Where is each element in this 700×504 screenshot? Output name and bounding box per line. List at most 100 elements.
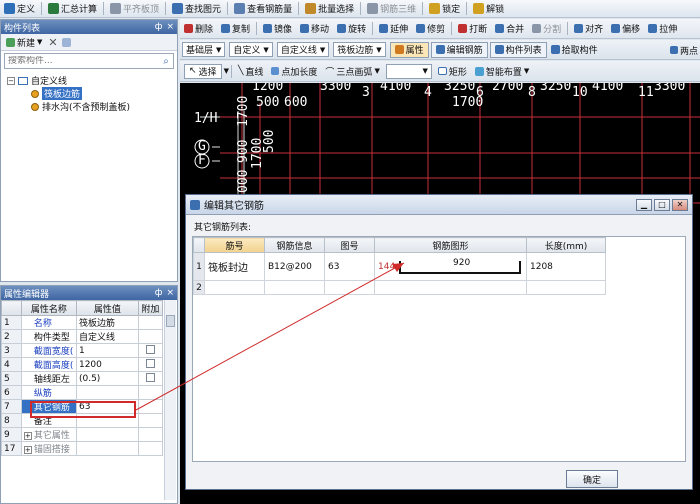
edit-tool-8[interactable]: 合并 <box>491 21 528 37</box>
close-icon[interactable]: × <box>166 288 174 298</box>
bar-no-cell[interactable]: 筏板封边 <box>204 252 265 281</box>
shape-no-cell[interactable]: 63 <box>324 252 375 281</box>
arc-icon: ⌒ <box>325 67 335 78</box>
table-row[interactable]: 1 筏板封边 B12@200 63 144 920 1208 <box>193 252 606 281</box>
axis-num-8: 8 <box>528 85 536 100</box>
highlight-box <box>30 401 136 418</box>
property-value[interactable]: (0.5) <box>75 371 139 386</box>
edit-tool-10[interactable]: 对齐 <box>570 21 607 37</box>
property-value[interactable] <box>75 427 139 442</box>
property-extra <box>137 413 164 428</box>
edit-tool-12[interactable]: 拉伸 <box>644 21 681 37</box>
copy-icon[interactable] <box>61 37 71 47</box>
close-button[interactable]: ✕ <box>672 198 688 211</box>
menu-item-3[interactable]: 查找图元 <box>168 1 225 17</box>
component-tool-1[interactable]: 编辑钢筋 <box>430 41 488 58</box>
maximize-button[interactable]: □ <box>654 198 670 211</box>
point-length-button[interactable]: 点加长度 <box>267 63 321 79</box>
menu-item-1[interactable]: 汇总计算 <box>44 1 101 17</box>
property-extra <box>137 399 164 414</box>
category-select[interactable]: 自定义 ▼ <box>229 42 273 57</box>
info-cell[interactable]: B12@200 <box>264 252 325 281</box>
pin-icon[interactable]: ф <box>155 22 163 32</box>
delete-icon[interactable]: ✕ <box>48 36 57 49</box>
edit-tool-4[interactable]: 旋转 <box>333 21 370 37</box>
line-button[interactable]: ╲ 直线 <box>234 63 267 79</box>
search-input[interactable] <box>5 56 159 66</box>
menu-item-0[interactable]: 定义 <box>0 1 39 17</box>
property-value[interactable]: 筏板边筋 <box>75 315 139 330</box>
property-value[interactable]: 自定义线 <box>75 329 139 344</box>
property-row[interactable]: 6 纵筋 <box>1 385 164 400</box>
snap-select[interactable]: ▼ <box>385 63 432 79</box>
tree-root[interactable]: − 自定义线 <box>7 74 177 87</box>
component-tool-3[interactable]: 拾取构件 <box>547 42 602 58</box>
menu-item-5[interactable]: 批量选择 <box>301 1 358 17</box>
bar-no-cell[interactable] <box>204 280 265 295</box>
shape-cell[interactable]: 144 920 <box>374 252 527 281</box>
tree-item[interactable]: 排水沟(不含预制盖板) <box>7 100 177 113</box>
edit-tool-3[interactable]: 移动 <box>296 21 333 37</box>
length-cell[interactable] <box>526 280 606 295</box>
component-tool-0[interactable]: 属性 <box>389 41 429 58</box>
arc-button[interactable]: ⌒ 三点画弧 ▼ <box>321 63 383 79</box>
menu-item-7[interactable]: 锁定 <box>425 1 464 17</box>
edit-tool-2[interactable]: 镜像 <box>259 21 296 37</box>
menu-item-8[interactable]: 解锁 <box>469 1 508 17</box>
property-value[interactable]: 1 <box>75 343 139 358</box>
dialog-titlebar[interactable]: 编辑其它钢筋 ▁ □ ✕ <box>186 195 692 215</box>
attach-checkbox[interactable] <box>145 344 155 354</box>
info-cell[interactable] <box>264 280 325 295</box>
ok-button[interactable]: 确定 <box>566 470 618 488</box>
property-row[interactable]: 17 + 锚固搭接 <box>1 441 164 456</box>
smart-layout-button[interactable]: 智能布置 ▼ <box>471 63 533 79</box>
attach-checkbox[interactable] <box>145 358 155 368</box>
edit-tool-6[interactable]: 修剪 <box>412 21 449 37</box>
property-row[interactable]: 3 截面宽度(1 <box>1 343 164 358</box>
collapse-icon[interactable]: − <box>7 76 15 85</box>
menu-item-6[interactable]: 钢筋三维 <box>363 1 420 17</box>
shape-cell[interactable] <box>374 280 527 295</box>
edit-toolbar: 删除 复制 镜像 移动 旋转 延伸 修剪 打断 合并 分割 对齐 偏移 拉伸 <box>180 19 700 39</box>
rect-button[interactable]: 矩形 <box>434 63 471 79</box>
minimize-button[interactable]: ▁ <box>636 198 652 211</box>
shape-no-cell[interactable] <box>324 280 375 295</box>
scrollbar[interactable] <box>164 300 176 500</box>
dim-3250b: 3250 <box>540 83 572 94</box>
property-row[interactable]: 1 名称 筏板边筋 <box>1 315 164 330</box>
property-row[interactable]: 4 截面高度(1200 <box>1 357 164 372</box>
menu-item-4[interactable]: 查看钢筋量 <box>230 1 296 17</box>
expand-icon[interactable]: + <box>23 446 32 454</box>
new-component-button[interactable]: 新建 ▼ <box>4 34 44 50</box>
select-button[interactable]: ↖ 选择 <box>184 63 222 79</box>
chevron-down-icon[interactable]: ▼ <box>224 67 229 75</box>
type-select[interactable]: 自定义线 ▼ <box>276 42 330 57</box>
component-tool-2[interactable]: 构件列表 <box>489 41 547 58</box>
property-value[interactable] <box>75 441 139 456</box>
edit-tool-11[interactable]: 偏移 <box>607 21 644 37</box>
table-row[interactable]: 2 <box>193 280 606 295</box>
close-icon[interactable]: × <box>166 22 174 32</box>
floor-select[interactable]: 基础层 ▼ <box>182 42 226 57</box>
property-value[interactable]: 1200 <box>75 357 139 372</box>
edit-tool-1[interactable]: 复制 <box>217 21 254 37</box>
search-icon[interactable]: ⌕ <box>159 56 173 67</box>
edit-tool-9[interactable]: 分割 <box>528 21 565 37</box>
property-row[interactable]: 9 + 其它属性 <box>1 427 164 442</box>
property-value[interactable] <box>75 385 139 400</box>
component-select[interactable]: 筏板边筋 ▼ <box>333 42 386 57</box>
edit-tool-0[interactable]: 删除 <box>180 21 217 37</box>
length-cell[interactable]: 1208 <box>526 252 606 281</box>
property-row[interactable]: 2 构件类型 自定义线 <box>1 329 164 344</box>
attach-checkbox[interactable] <box>145 372 155 382</box>
menu-item-2[interactable]: 平齐板顶 <box>106 1 163 17</box>
scrollbar-thumb[interactable] <box>166 315 175 327</box>
edit-tool-5[interactable]: 延伸 <box>375 21 412 37</box>
edit-tool-7[interactable]: 打断 <box>454 21 491 37</box>
pin-icon[interactable]: ф <box>155 288 163 298</box>
tree-item[interactable]: 筏板边筋 <box>7 87 177 100</box>
property-row[interactable]: 5 轴线距左 (0.5) <box>1 371 164 386</box>
two-point-button[interactable]: 两点 <box>670 43 698 57</box>
expand-icon[interactable]: + <box>23 432 32 440</box>
component-toolbar-buttons: 属性 编辑钢筋 构件列表 拾取构件 <box>388 41 602 58</box>
